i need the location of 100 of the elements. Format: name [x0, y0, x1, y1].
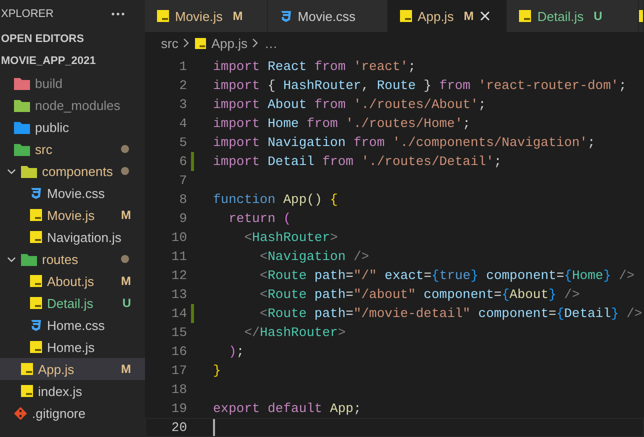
more-icon[interactable]: [111, 12, 125, 16]
tree-item[interactable]: public: [0, 116, 145, 138]
js-file-icon: [21, 385, 33, 397]
tree-item[interactable]: Home.js: [0, 336, 145, 358]
code-token: import: [213, 78, 261, 93]
code-token: <: [243, 230, 252, 245]
code-token: ;: [588, 135, 596, 150]
open-editors-header[interactable]: OPEN EDITORS: [1, 33, 84, 45]
code-token: './routes/Detail': [361, 154, 494, 169]
code-token: function: [213, 192, 276, 207]
code-token: }: [610, 306, 620, 321]
chevron-icon: [183, 38, 190, 48]
code-token: {: [330, 192, 338, 207]
modified-dot: [121, 255, 129, 263]
code-token: from: [322, 154, 354, 169]
file-name: About.js: [47, 274, 95, 288]
editor-tab[interactable]: Detail.js U: [507, 0, 640, 32]
code-token: >: [338, 325, 346, 340]
tree-item[interactable]: routes: [0, 248, 145, 270]
git-status-letter: M: [121, 362, 131, 376]
tree-item[interactable]: Movie.js M: [0, 204, 145, 226]
code-token: component: [424, 287, 494, 302]
code-token: (): [306, 192, 324, 207]
editor-tab[interactable]: Movie.css: [268, 0, 388, 32]
code-token: </: [243, 325, 260, 340]
js-file-icon: [400, 10, 412, 22]
code-token: Route: [268, 306, 308, 321]
tree-item[interactable]: Detail.js U: [0, 292, 145, 314]
code-token: <: [258, 268, 268, 283]
close-icon[interactable]: [480, 11, 490, 21]
tree-item[interactable]: App.js M: [0, 358, 145, 380]
code-token: import: [213, 59, 261, 74]
code-token: Home: [572, 268, 604, 283]
code-token: "/": [353, 268, 378, 283]
code-token: HashRouter: [252, 230, 330, 245]
line-number: 15: [170, 325, 187, 340]
git-status-letter: M: [232, 9, 243, 23]
line-number: 11: [170, 249, 187, 264]
tab-label: App.js: [418, 8, 454, 24]
code-token: from: [439, 78, 472, 93]
code-token: }: [548, 287, 558, 302]
tree-item[interactable]: node_modules: [0, 94, 145, 116]
chevron-icon: [252, 38, 260, 48]
code-token: 'react': [353, 59, 408, 74]
file-name: Home.js: [47, 340, 96, 354]
git-status-letter: U: [122, 296, 131, 310]
code-token: path: [314, 268, 346, 283]
code-token: ;: [408, 59, 416, 74]
code-token: from: [306, 116, 339, 131]
chevron-icon[interactable]: [7, 166, 16, 176]
breadcrumb-item[interactable]: src: [161, 36, 178, 50]
code-token: return: [228, 211, 276, 226]
line-number: 20: [170, 420, 187, 435]
code-token: Detail: [564, 306, 611, 321]
tree-item[interactable]: index.js: [0, 380, 145, 402]
tree-item[interactable]: Movie.css: [0, 182, 145, 204]
code-token: true: [439, 268, 471, 283]
code-token: {: [432, 268, 440, 283]
git-icon: [14, 406, 27, 420]
breadcrumb-item[interactable]: App.js: [211, 36, 248, 50]
line-number: 18: [170, 382, 187, 397]
tree-item[interactable]: build: [0, 72, 145, 94]
line-number: 5: [178, 135, 187, 150]
code-token: Detail: [268, 154, 316, 169]
code-token: path: [314, 287, 346, 302]
tree-item[interactable]: components: [0, 160, 145, 182]
code-token: App: [283, 192, 307, 207]
line-number: 14: [170, 306, 187, 321]
code-token: React: [268, 59, 308, 74]
code-token: './routes/Home': [346, 116, 463, 131]
code-token: ;: [618, 78, 627, 93]
code-token: />: [353, 249, 370, 264]
code-token: =: [494, 287, 502, 302]
code-token: About: [510, 287, 549, 302]
tree-item[interactable]: .gitignore: [0, 402, 145, 424]
code-token: path: [314, 306, 346, 321]
tree-item[interactable]: About.js M: [0, 270, 145, 292]
code-token: (: [283, 211, 292, 226]
project-header[interactable]: MOVIE_APP_2021: [1, 55, 96, 67]
code-token: App: [330, 401, 354, 416]
code-token: "/movie-detail": [353, 306, 472, 321]
css-file-icon: [30, 318, 42, 332]
code-token: }: [470, 268, 480, 283]
code-token: default: [268, 401, 324, 416]
editor-tab[interactable]: App.js M: [388, 0, 508, 32]
tree-item[interactable]: Navigation.js: [0, 226, 145, 248]
tree-item[interactable]: src: [0, 138, 145, 160]
js-file-icon: [195, 38, 206, 48]
file-name: routes: [42, 252, 80, 266]
chevron-icon[interactable]: [7, 254, 16, 264]
code-token: export: [213, 401, 261, 416]
code-token: ,: [361, 78, 370, 93]
code-token: }: [603, 268, 612, 283]
tree-item[interactable]: Home.css: [0, 314, 145, 336]
code-token: ;: [494, 154, 502, 169]
modified-dot: [121, 145, 129, 153]
js-file-icon: [30, 275, 42, 287]
line-number: 17: [170, 363, 187, 378]
editor-tab[interactable]: Movie.js M: [145, 0, 268, 32]
breadcrumb-item[interactable]: …: [264, 36, 278, 50]
